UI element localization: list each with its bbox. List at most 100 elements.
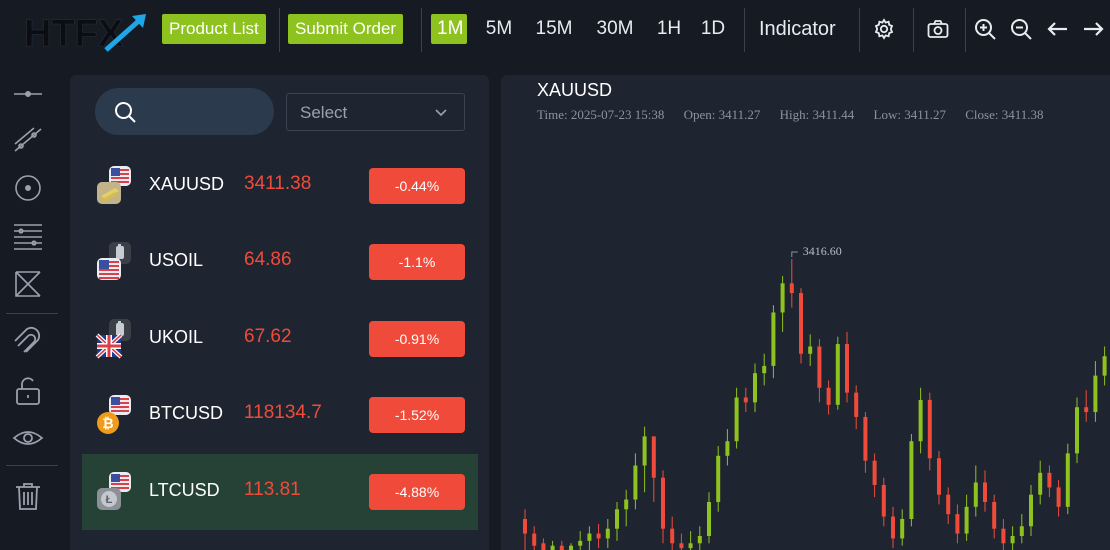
- tools-divider: [6, 313, 58, 314]
- candle: [532, 526, 537, 550]
- candle-body: [532, 533, 537, 546]
- candle-body: [937, 458, 941, 495]
- candle-body: [1084, 407, 1089, 413]
- bitcoin-usd-flag-icon: ₿: [95, 393, 135, 437]
- candle-body: [523, 518, 527, 534]
- circle-target-icon[interactable]: [12, 172, 44, 204]
- candle-body: [771, 312, 776, 366]
- arrow-right-icon[interactable]: [1080, 16, 1106, 42]
- timeframe-1d[interactable]: 1D: [698, 14, 728, 44]
- ohlc-close: Close: 3411.38: [965, 107, 1044, 122]
- product-row-ukoil[interactable]: UKOIL 67.62 -0.91%: [82, 301, 478, 377]
- candle-body: [992, 501, 997, 529]
- candle-body: [845, 344, 849, 393]
- htfx-logo: HTFX: [24, 8, 149, 52]
- candle-body: [615, 509, 619, 529]
- candle: [835, 336, 840, 410]
- candle-body: [1075, 407, 1079, 454]
- timeframe-5m[interactable]: 5M: [480, 14, 518, 44]
- price-change-badge: -0.44%: [369, 168, 465, 204]
- chart-symbol-title: XAUUSD: [537, 80, 613, 100]
- candle: [1019, 514, 1024, 544]
- candle: [937, 450, 941, 505]
- candle-body: [541, 543, 546, 550]
- candle: [780, 276, 785, 332]
- product-list-button[interactable]: Product List: [162, 14, 266, 44]
- eye-icon[interactable]: [12, 422, 44, 454]
- product-row-usoil[interactable]: USOIL 64.86 -1.1%: [82, 224, 478, 300]
- candle-body: [1029, 494, 1033, 527]
- product-row-btcusd[interactable]: ₿ BTCUSD 118134.7 -1.52%: [82, 377, 478, 453]
- magnet-icon[interactable]: [12, 326, 44, 358]
- product-list-panel: Select XAUUSD 3411.38 -0.44% USOIL 64.86…: [70, 75, 489, 550]
- candle: [983, 470, 987, 512]
- product-row-ltcusd[interactable]: Ł LTCUSD 113.81 -4.88%: [82, 454, 478, 530]
- candle-body: [1047, 472, 1052, 488]
- gear-icon[interactable]: [871, 16, 897, 42]
- tools-divider: [6, 465, 58, 466]
- candle: [587, 526, 592, 550]
- candle-body: [578, 540, 583, 546]
- trash-icon[interactable]: [12, 480, 44, 512]
- candle-body: [716, 455, 721, 502]
- svg-text:Ł: Ł: [106, 494, 113, 506]
- product-symbol: BTCUSD: [149, 403, 224, 423]
- ohlc-readout: Time: 2025-07-23 15:38 Open: 3411.27 Hig…: [537, 107, 1060, 123]
- candle-body: [955, 514, 960, 534]
- unlock-icon[interactable]: [12, 375, 44, 407]
- candle-body: [789, 283, 794, 294]
- chart-panel[interactable]: 3416.60 XAUUSD Time: 2025-07-23 15:38 Op…: [501, 75, 1110, 550]
- submit-order-button[interactable]: Submit Order: [288, 14, 404, 44]
- candle: [642, 426, 647, 493]
- candle: [670, 516, 675, 550]
- candle: [753, 363, 757, 413]
- product-row-xauusd[interactable]: XAUUSD 3411.38 -0.44%: [82, 148, 478, 224]
- zoom-out-icon[interactable]: [1008, 16, 1034, 42]
- fib-lines-icon[interactable]: [12, 220, 44, 252]
- candle-body: [633, 465, 638, 500]
- candle: [826, 380, 831, 415]
- candle-body: [780, 283, 785, 313]
- candle-body: [743, 397, 748, 403]
- indicator-button[interactable]: Indicator: [759, 14, 836, 44]
- candle-body: [946, 494, 951, 515]
- product-price: 64.86: [244, 249, 292, 270]
- candle-body: [1010, 535, 1015, 544]
- candlestick-chart[interactable]: 3416.60: [501, 75, 1110, 550]
- candle: [743, 387, 748, 413]
- trend-line-icon[interactable]: [12, 124, 44, 156]
- camera-icon[interactable]: [925, 16, 951, 42]
- timeframe-1m[interactable]: 1M: [431, 14, 467, 44]
- candle-body: [983, 482, 987, 502]
- candle: [679, 533, 684, 550]
- candle: [716, 446, 721, 512]
- candle: [808, 334, 813, 366]
- candle-body: [863, 416, 868, 461]
- timeframe-1h[interactable]: 1H: [655, 14, 683, 44]
- search-input[interactable]: [95, 88, 274, 135]
- candle-body: [1038, 472, 1043, 495]
- candle-body: [826, 387, 831, 405]
- price-change-badge: -1.52%: [369, 397, 465, 433]
- timeframe-15m[interactable]: 15M: [532, 14, 576, 44]
- candle-body: [909, 441, 914, 519]
- horizontal-line-icon[interactable]: [12, 78, 44, 110]
- candle-body: [587, 533, 592, 541]
- arrow-left-icon[interactable]: [1045, 16, 1071, 42]
- candle: [1047, 465, 1052, 498]
- candle: [661, 470, 665, 544]
- price-change-badge: -4.88%: [369, 474, 465, 510]
- candle: [541, 538, 546, 550]
- candle: [651, 436, 656, 502]
- timeframe-30m[interactable]: 30M: [592, 14, 638, 44]
- ohlc-high: High: 3411.44: [779, 107, 855, 122]
- pattern-icon[interactable]: [12, 268, 44, 300]
- candle-body: [900, 518, 905, 539]
- candle: [946, 487, 951, 524]
- category-select[interactable]: Select: [286, 93, 465, 131]
- max-price-label: 3416.60: [803, 244, 842, 258]
- zoom-in-icon[interactable]: [972, 16, 998, 42]
- product-symbol: XAUUSD: [149, 174, 225, 194]
- candle: [1010, 526, 1015, 550]
- candle: [1056, 480, 1061, 517]
